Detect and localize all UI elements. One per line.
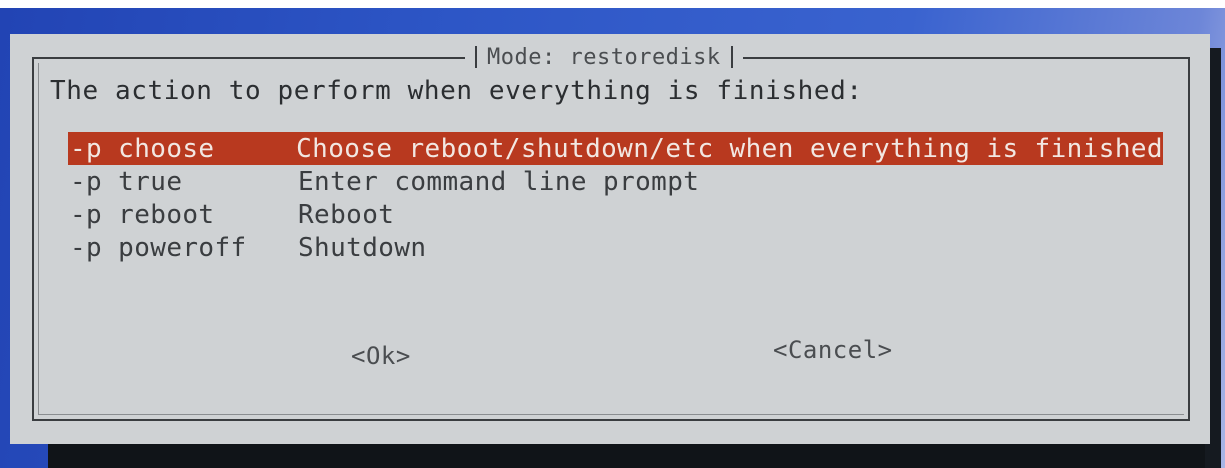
menu-item-true[interactable]: -p true Enter command line prompt bbox=[68, 165, 1163, 198]
menu-item-description: Choose reboot/shutdown/etc when everythi… bbox=[296, 133, 1163, 164]
menu-item-choose[interactable]: -p choose Choose reboot/shutdown/etc whe… bbox=[68, 132, 1163, 165]
menu-item-description: Enter command line prompt bbox=[298, 166, 700, 197]
dialog-title: Mode: restoredisk bbox=[487, 44, 721, 70]
title-left-mark bbox=[475, 46, 477, 68]
dialog-prompt: The action to perform when everything is… bbox=[50, 76, 863, 106]
ok-button[interactable]: <Ok> bbox=[351, 342, 411, 370]
menu-item-tag: -p choose bbox=[70, 133, 215, 164]
cancel-button[interactable]: <Cancel> bbox=[773, 336, 893, 364]
menu-item-tag: -p poweroff bbox=[70, 232, 247, 263]
menu-item-description: Reboot bbox=[298, 199, 395, 230]
dialog-title-bar: Mode: restoredisk bbox=[465, 42, 743, 72]
menu-item-tag: -p true bbox=[70, 166, 183, 197]
top-strip bbox=[0, 0, 1225, 8]
menu-item-poweroff[interactable]: -p poweroff Shutdown bbox=[68, 231, 1163, 264]
dialog-buttons: <Ok> <Cancel> bbox=[10, 336, 1210, 376]
dialog-window: Mode: restoredisk The action to perform … bbox=[10, 34, 1210, 444]
action-menu: -p choose Choose reboot/shutdown/etc whe… bbox=[68, 132, 1163, 264]
menu-item-tag: -p reboot bbox=[70, 199, 215, 230]
menu-item-reboot[interactable]: -p reboot Reboot bbox=[68, 198, 1163, 231]
title-right-mark bbox=[730, 46, 733, 68]
menu-item-description: Shutdown bbox=[298, 232, 427, 263]
